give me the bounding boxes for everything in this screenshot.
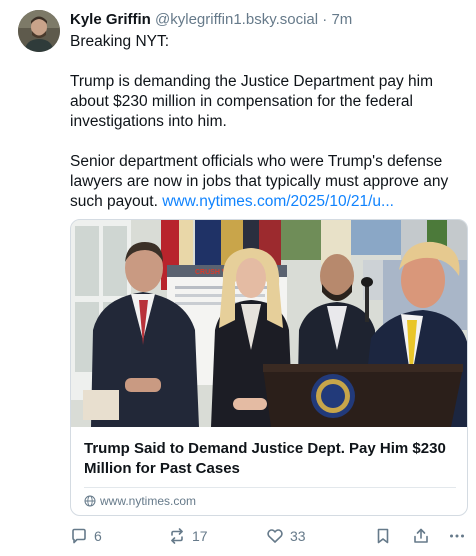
repost-arrows-icon (171, 528, 183, 544)
card-domain: www.nytimes.com (100, 494, 197, 508)
card-body: Trump Said to Demand Justice Dept. Pay H… (71, 427, 467, 515)
avatar[interactable] (18, 10, 60, 52)
bookmark-button[interactable] (374, 524, 392, 548)
heart-icon (267, 529, 283, 543)
card-image: CRUSH VIOL (71, 220, 467, 427)
more-button[interactable] (448, 524, 466, 548)
post-body: Breaking NYT: Trump is demanding the Jus… (70, 32, 466, 212)
author-handle[interactable]: @kylegriffin1.bsky.social (155, 11, 318, 28)
repost-count: 17 (192, 528, 208, 544)
reply-count: 6 (94, 528, 102, 544)
header-separator: · (322, 11, 328, 28)
avatar-image (18, 10, 60, 52)
link-preview-card[interactable]: CRUSH VIOL Trump Said to Demand Justice … (70, 219, 468, 516)
globe-icon (84, 495, 96, 507)
card-title[interactable]: Trump Said to Demand Justice Dept. Pay H… (84, 439, 456, 479)
reply-button[interactable]: 6 (70, 524, 102, 548)
card-divider (84, 487, 456, 488)
post-header: Kyle Griffin @kylegriffin1.bsky.social ·… (70, 10, 352, 30)
post-line-1: Breaking NYT: (70, 33, 170, 50)
bookmark-icon (377, 528, 389, 544)
author-name[interactable]: Kyle Griffin (70, 11, 151, 28)
repost-button[interactable]: 17 (168, 524, 208, 548)
post-timestamp[interactable]: 7m (331, 11, 352, 28)
like-button[interactable]: 33 (266, 524, 306, 548)
like-count: 33 (290, 528, 306, 544)
article-link[interactable]: www.nytimes.com/2025/10/21/u... (162, 193, 394, 210)
card-domain-row: www.nytimes.com (84, 493, 196, 509)
post-line-3: Senior department officials who were Tru… (70, 152, 466, 212)
share-icon (414, 528, 428, 543)
speech-bubble-icon (72, 528, 86, 544)
post-actions: 6 17 33 (70, 524, 468, 548)
post-line-2: Trump is demanding the Justice Departmen… (70, 73, 433, 130)
share-button[interactable] (412, 524, 430, 548)
more-dots-icon (450, 534, 464, 538)
